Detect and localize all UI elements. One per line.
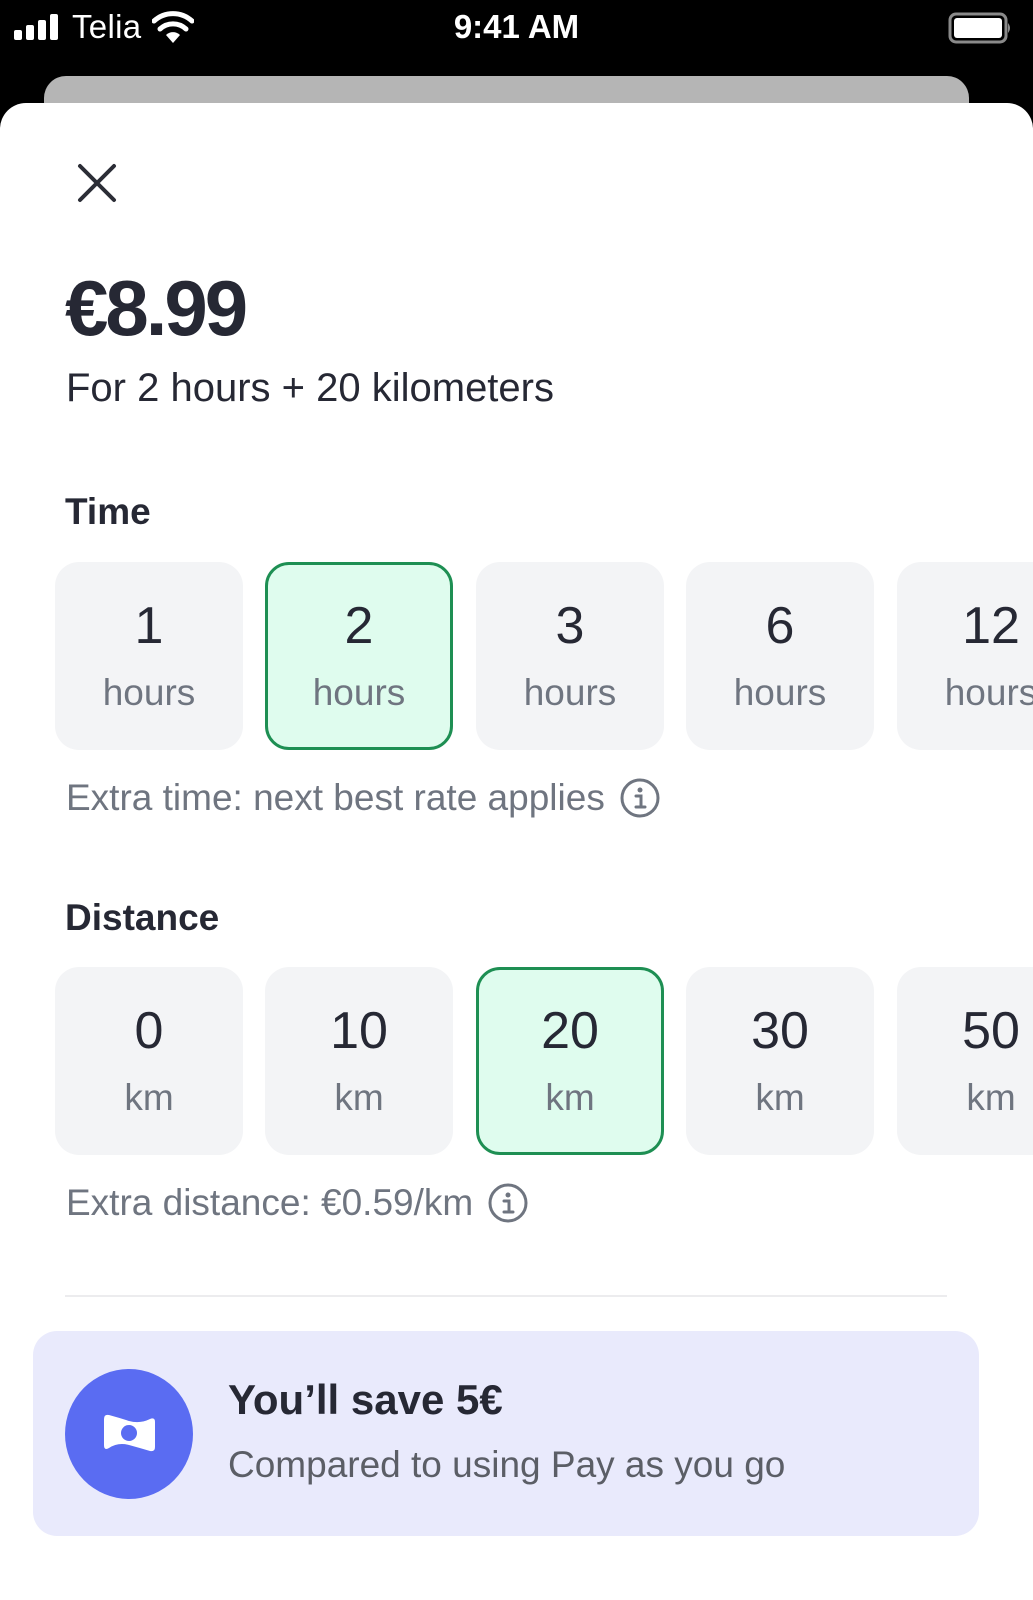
option-unit: km — [755, 1077, 805, 1118]
close-button[interactable] — [72, 158, 122, 208]
option-value: 3 — [555, 597, 585, 655]
option-unit: hours — [523, 672, 617, 713]
time-option-2[interactable]: 2 hours — [265, 562, 453, 750]
close-icon — [78, 164, 116, 202]
savings-title: You’ll save 5€ — [228, 1376, 503, 1423]
option-value: 10 — [330, 1002, 388, 1060]
extra-time-note: Extra time: next best rate applies — [66, 777, 661, 819]
time-option-6[interactable]: 6 hours — [686, 562, 874, 750]
savings-subtitle: Compared to using Pay as you go — [228, 1444, 786, 1485]
distance-option-30[interactable]: 30 km — [686, 967, 874, 1155]
distance-section-title: Distance — [65, 897, 220, 938]
option-unit: km — [966, 1077, 1016, 1118]
option-unit: hours — [733, 672, 827, 713]
distance-option-50[interactable]: 50 km — [897, 967, 1033, 1155]
option-value: 6 — [765, 597, 795, 655]
time-options: 1 hours 2 hours 3 hours 6 hours 12 hours — [55, 562, 1033, 752]
option-unit: hours — [102, 672, 196, 713]
money-bill-icon — [104, 1414, 155, 1452]
time-option-1[interactable]: 1 hours — [55, 562, 243, 750]
option-value: 20 — [541, 1002, 599, 1060]
option-unit: km — [124, 1077, 174, 1118]
status-bar: Telia 9:41 AM — [0, 0, 1033, 70]
time-option-12[interactable]: 12 hours — [897, 562, 1033, 750]
option-value: 12 — [962, 597, 1020, 655]
pricing-sheet: €8.99 For 2 hours + 20 kilometers Time 1… — [0, 103, 1033, 1600]
distance-option-10[interactable]: 10 km — [265, 967, 453, 1155]
divider — [65, 1295, 947, 1297]
price-summary: For 2 hours + 20 kilometers — [66, 366, 554, 410]
distance-option-0[interactable]: 0 km — [55, 967, 243, 1155]
option-value: 2 — [344, 597, 374, 655]
distance-option-20[interactable]: 20 km — [476, 967, 664, 1155]
distance-options: 0 km 10 km 20 km 30 km 50 km — [55, 967, 1033, 1157]
option-unit: km — [334, 1077, 384, 1118]
clock: 9:41 AM — [453, 8, 580, 45]
savings-banner: You’ll save 5€ Compared to using Pay as … — [33, 1331, 979, 1536]
option-unit: km — [545, 1077, 595, 1118]
option-value: 50 — [962, 1002, 1020, 1060]
price-total: €8.99 — [65, 264, 248, 352]
option-unit: hours — [312, 672, 406, 713]
extra-distance-text: Extra distance: €0.59/km — [66, 1182, 474, 1223]
battery-icon — [948, 12, 1010, 44]
option-value: 1 — [134, 597, 164, 655]
info-icon[interactable] — [487, 1182, 529, 1224]
option-value: 30 — [751, 1002, 809, 1060]
savings-icon-badge — [65, 1369, 193, 1499]
info-icon[interactable] — [619, 777, 661, 819]
extra-time-text: Extra time: next best rate applies — [66, 777, 605, 818]
option-unit: hours — [944, 672, 1033, 713]
option-value: 0 — [134, 1002, 164, 1060]
time-section-title: Time — [65, 491, 151, 532]
time-option-3[interactable]: 3 hours — [476, 562, 664, 750]
extra-distance-note: Extra distance: €0.59/km — [66, 1182, 529, 1224]
